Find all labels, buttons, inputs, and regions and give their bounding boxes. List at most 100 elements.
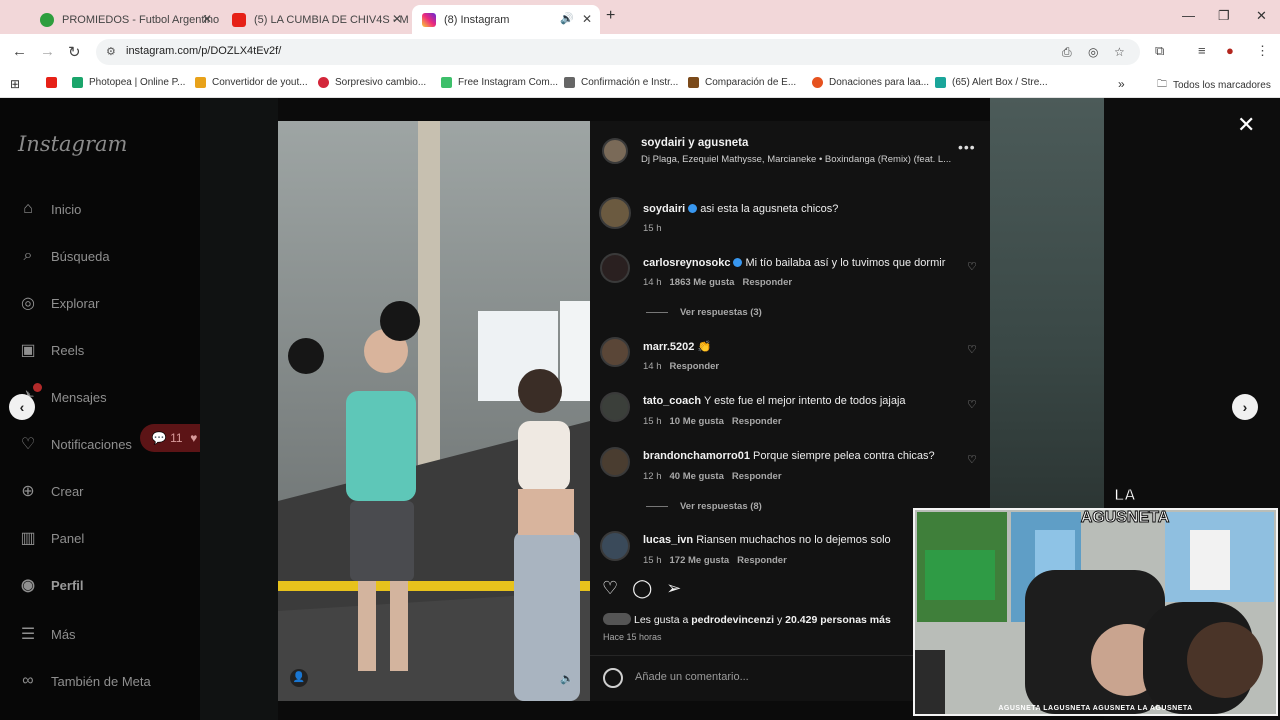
bookmark-item[interactable]	[46, 77, 63, 88]
streamer-logo: LA AGUSNETA	[1077, 478, 1173, 534]
avatar[interactable]	[600, 531, 630, 561]
comment-likes[interactable]: 1863 Me gusta	[670, 277, 735, 288]
forward-button[interactable]: →	[40, 43, 55, 60]
sidebar-item-notificaciones[interactable]: ♡ Notificaciones	[18, 434, 132, 454]
close-tab-icon[interactable]: ✕	[202, 12, 212, 26]
avatar[interactable]	[600, 337, 630, 367]
like-comment-icon[interactable]: ♡	[967, 453, 977, 466]
sidebar-item-mas[interactable]: ☰ Más	[18, 624, 76, 644]
tab-promiedos[interactable]: PROMIEDOS - Futbol Argentino ✕	[30, 5, 220, 34]
sidebar-item-busqueda[interactable]: ⌕ Búsqueda	[18, 246, 110, 266]
address-bar: ← → ↻ ⚙ instagram.com/p/DOZLX4tEv2f/ ⎙ ◎…	[0, 34, 1280, 70]
maximize-button[interactable]: ❐	[1218, 8, 1230, 24]
post-video[interactable]: 👤 🔈	[278, 121, 590, 701]
avatar[interactable]	[600, 253, 630, 283]
bookmark-item[interactable]: Free Instagram Com...	[441, 77, 558, 88]
likes-summary[interactable]: Les gusta a pedrodevincenzi y 20.429 per…	[603, 613, 891, 626]
menu-icon[interactable]: ⋮	[1256, 43, 1269, 59]
like-comment-icon[interactable]: ♡	[967, 260, 977, 273]
bookmark-item[interactable]: Donaciones para laa...	[812, 77, 929, 88]
reply-button[interactable]: Responder	[732, 416, 782, 427]
reload-button[interactable]: ↻	[68, 43, 81, 61]
volume-icon[interactable]: 🔈	[560, 672, 574, 685]
bookmark-item[interactable]: Confirmación e Instr...	[564, 77, 678, 88]
tab-instagram[interactable]: (8) Instagram 🔊 ✕	[412, 5, 600, 34]
speaker-icon[interactable]: 🔊	[560, 12, 574, 25]
close-tab-icon[interactable]: ✕	[392, 12, 402, 26]
comment-user[interactable]: brandonchamorro01	[643, 450, 750, 462]
nav-label: Reels	[51, 342, 85, 358]
avatar[interactable]	[600, 447, 630, 477]
comment-likes[interactable]: 172 Me gusta	[670, 555, 730, 566]
bookmark-item[interactable]: Convertidor de yout...	[195, 77, 308, 88]
bookmark-item[interactable]: Photopea | Online P...	[72, 77, 185, 88]
reply-button[interactable]: Responder	[737, 555, 787, 566]
like-comment-icon[interactable]: ♡	[967, 398, 977, 411]
post-song[interactable]: Dj Plaga, Ezequiel Mathysse, Marcianeke …	[641, 154, 951, 165]
previous-post-button[interactable]: ‹	[9, 394, 35, 420]
svg-text:AGUSNETA: AGUSNETA	[1081, 509, 1170, 526]
media-icon[interactable]: ≡	[1198, 43, 1206, 58]
comment-user[interactable]: lucas_ivn	[643, 534, 693, 546]
back-button[interactable]: ←	[12, 43, 27, 60]
sidebar-item-explorar[interactable]: ◎ Explorar	[18, 293, 99, 313]
avatar[interactable]	[599, 197, 631, 229]
emoji-icon[interactable]	[603, 668, 623, 688]
reply-button[interactable]: Responder	[732, 471, 782, 482]
close-window-button[interactable]: ✕	[1256, 8, 1267, 24]
bookmark-item[interactable]: (65) Alert Box / Stre...	[935, 77, 1048, 88]
close-tab-icon[interactable]: ✕	[582, 12, 592, 26]
likes-count[interactable]: 20.429 personas más	[785, 614, 891, 626]
omnibox[interactable]: ⚙ instagram.com/p/DOZLX4tEv2f/ ⎙ ◎ ☆	[96, 39, 1140, 65]
comment-input[interactable]: Añade un comentario...	[635, 671, 749, 683]
like-icon[interactable]: ♡	[602, 578, 618, 599]
reply-button[interactable]: Responder	[670, 361, 720, 372]
nav-label: Más	[51, 626, 76, 642]
bookmark-item[interactable]: Comparación de E...	[688, 77, 796, 88]
url-text[interactable]: instagram.com/p/DOZLX4tEv2f/	[126, 45, 281, 57]
view-replies-button[interactable]: Ver respuestas (3)	[646, 307, 762, 318]
tab-youtube[interactable]: (5) LA CUMBIA DE CHIV4S - M ✕	[222, 5, 410, 34]
sidebar-item-perfil[interactable]: ◉ Perfil	[18, 575, 84, 595]
comment-user[interactable]: carlosreynosokc	[643, 257, 730, 269]
eye-off-icon[interactable]: ◎	[1088, 45, 1098, 59]
like-comment-icon[interactable]: ♡	[967, 343, 977, 356]
sidebar-item-reels[interactable]: ▣ Reels	[18, 340, 84, 360]
tab-bar: PROMIEDOS - Futbol Argentino ✕ (5) LA CU…	[0, 0, 1280, 34]
install-app-icon[interactable]: ⎙	[1062, 45, 1072, 60]
comment-icon[interactable]: ◯	[632, 578, 652, 599]
new-tab-button[interactable]: +	[606, 7, 615, 25]
more-options-icon[interactable]: •••	[958, 139, 976, 155]
more-bookmarks-icon[interactable]: »	[1118, 77, 1125, 91]
comment-likes[interactable]: 10 Me gusta	[670, 416, 724, 427]
avatar[interactable]	[602, 138, 628, 164]
reply-button[interactable]: Responder	[742, 277, 792, 288]
comment-time: 14 h	[643, 361, 662, 372]
avatar[interactable]	[600, 392, 630, 422]
sidebar-item-crear[interactable]: ⊕ Crear	[18, 481, 83, 501]
video-frame	[278, 121, 590, 701]
sidebar-item-inicio[interactable]: ⌂ Inicio	[18, 199, 81, 219]
apps-icon[interactable]: ⊞	[10, 77, 20, 91]
all-bookmarks[interactable]: 🗀 Todos los marcadores	[1157, 77, 1271, 94]
comment-likes[interactable]: 40 Me gusta	[670, 471, 724, 482]
likes-user[interactable]: pedrodevincenzi	[691, 614, 774, 626]
post-author[interactable]: soydairi y agusneta	[641, 137, 748, 149]
site-info-icon[interactable]: ⚙	[106, 45, 116, 58]
next-post-button[interactable]: ›	[1232, 394, 1258, 420]
user-tag-icon[interactable]: 👤	[290, 669, 308, 687]
view-replies-button[interactable]: Ver respuestas (8)	[646, 501, 762, 512]
minimize-button[interactable]: —	[1182, 8, 1195, 23]
bookmark-star-icon[interactable]: ☆	[1114, 45, 1125, 59]
extensions-icon[interactable]: ⧉	[1155, 43, 1164, 59]
profile-icon[interactable]: ●	[1226, 43, 1234, 58]
close-icon[interactable]: ✕	[1237, 112, 1255, 138]
caption-user[interactable]: soydairi	[643, 203, 685, 215]
comment-user[interactable]: marr.5202	[643, 341, 694, 353]
comment-user[interactable]: tato_coach	[643, 395, 701, 407]
sidebar-item-meta[interactable]: ∞ También de Meta	[18, 671, 150, 691]
share-icon[interactable]: ➢	[666, 578, 681, 599]
bookmark-item[interactable]: Sorpresivo cambio...	[318, 77, 426, 88]
sidebar-item-panel[interactable]: ▥ Panel	[18, 528, 84, 548]
instagram-logo[interactable]: Instagram	[18, 132, 127, 156]
